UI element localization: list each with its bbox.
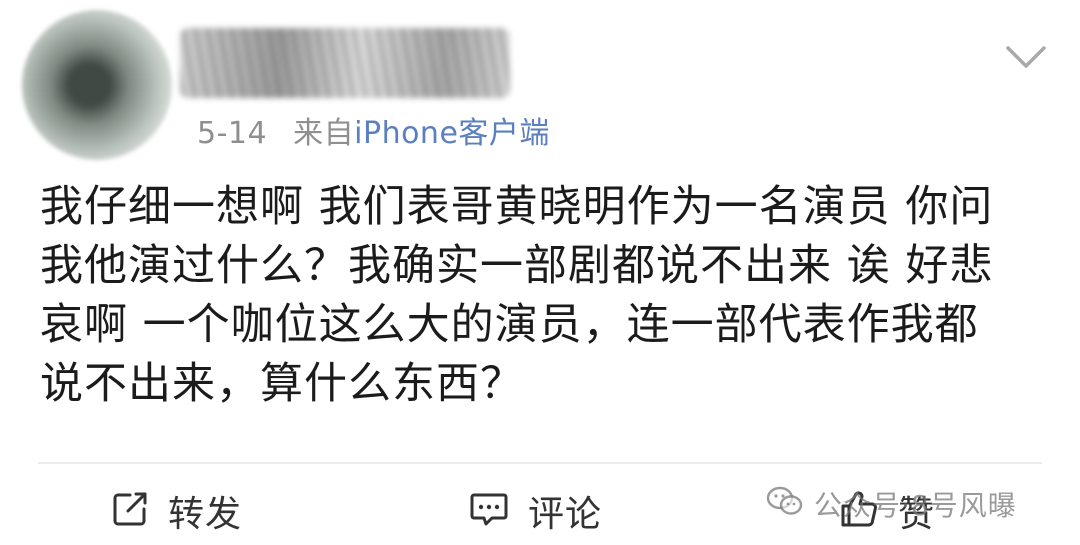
avatar[interactable] xyxy=(22,10,172,160)
comment-button[interactable]: 评论 xyxy=(468,485,602,537)
divider xyxy=(38,462,1042,464)
thumbs-up-icon xyxy=(838,488,880,534)
post-source-app[interactable]: iPhone客户端 xyxy=(354,116,550,151)
post-content-line: 我仔细一想啊 我们表哥黄晓明作为一名演员 你问 xyxy=(40,182,994,232)
comment-label: 评论 xyxy=(528,494,603,535)
wechat-icon xyxy=(766,485,804,524)
comment-icon xyxy=(468,489,510,533)
weibo-post: 5-14 来自iPhone客户端 我仔细一想啊 我们表哥黄晓明作为一名演员 你问… xyxy=(0,0,1080,545)
post-date: 5-14 xyxy=(197,116,268,151)
repost-label: 转发 xyxy=(168,494,243,535)
like-label: 赞 xyxy=(898,494,936,535)
username-blurred[interactable] xyxy=(180,28,510,98)
post-content-line: 哀啊 一个咖位这么大的演员，连一部代表作我都 xyxy=(40,300,979,350)
post-meta: 5-14 来自iPhone客户端 xyxy=(197,108,550,152)
chevron-down-icon[interactable] xyxy=(1004,42,1048,72)
post-content-line: 我他演过什么？我确实一部剧都说不出来 诶 好悲 xyxy=(40,241,994,291)
post-content-line: 说不出来，算什么东西？ xyxy=(40,359,524,409)
post-source-label: 来自 xyxy=(293,116,355,151)
share-icon xyxy=(110,489,150,533)
repost-button[interactable]: 转发 xyxy=(110,485,242,537)
like-button[interactable]: 赞 xyxy=(838,485,935,537)
post-content: 我仔细一想啊 我们表哥黄晓明作为一名演员 你问 我他演过什么？我确实一部剧都说不… xyxy=(40,178,1040,414)
